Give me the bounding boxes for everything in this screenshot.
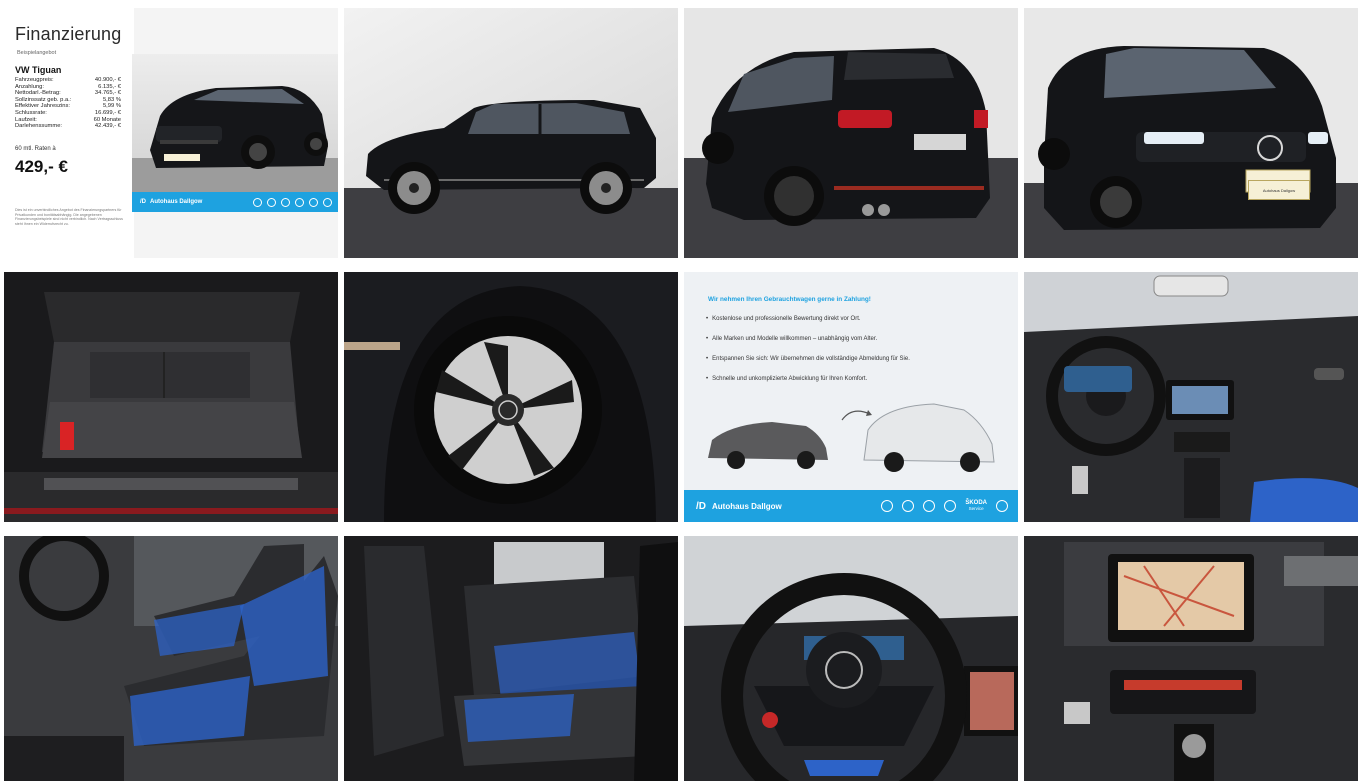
dashboard-icon bbox=[1024, 272, 1358, 522]
suv-side-icon bbox=[344, 8, 678, 258]
financing-fine-print: Dies ist ein unverbindliches Angebot des… bbox=[15, 208, 123, 226]
financing-car-photo bbox=[132, 54, 338, 200]
trade-in-dealer-name: Autohaus Dallgow bbox=[712, 501, 782, 511]
dealer-plate: Autohaus Dallgow bbox=[1248, 180, 1310, 200]
vw-logo-icon bbox=[253, 197, 262, 207]
vw-logo-icon bbox=[881, 500, 894, 512]
suv-front-three-quarter-icon bbox=[1024, 8, 1358, 258]
vw-service-logo-icon bbox=[996, 500, 1008, 512]
financing-title: Finanzierung bbox=[15, 24, 122, 44]
gallery-thumb-trunk[interactable] bbox=[4, 272, 338, 522]
financing-row: Effektiver Jahreszins: 5,99 % bbox=[15, 103, 121, 110]
financing-row: Fahrzeugpreis: 40.900,- € bbox=[15, 77, 121, 84]
vw-service-logo-icon bbox=[323, 197, 332, 207]
infotainment-icon bbox=[1024, 536, 1358, 781]
gallery-thumb-wheel[interactable] bbox=[344, 272, 678, 522]
gallery-thumb-side-view[interactable] bbox=[344, 8, 678, 258]
brand-logos: ŠKODA Service bbox=[872, 500, 1008, 512]
financing-row-label: Effektiver Jahreszins: bbox=[15, 103, 70, 110]
gallery-thumb-steering-wheel[interactable] bbox=[684, 536, 1018, 781]
front-seats-icon bbox=[4, 536, 338, 781]
financing-row-value: 5,99 % bbox=[102, 103, 121, 110]
trade-in-dealer-bar: /D Autohaus Dallgow ŠKODA Service bbox=[684, 490, 1018, 522]
financing-row: Anzahlung: 6.135,- € bbox=[15, 84, 121, 91]
brand-logos bbox=[248, 197, 332, 207]
trade-in-headline: Wir nehmen Ihren Gebrauchtwagen gerne in… bbox=[708, 296, 871, 303]
autohaus-logo-icon: /D bbox=[696, 500, 706, 512]
skoda-label: ŠKODA Service bbox=[965, 500, 987, 512]
financing-model: VW Tiguan bbox=[15, 65, 62, 75]
rear-seats-icon bbox=[344, 536, 678, 781]
seat-logo-icon bbox=[281, 197, 290, 207]
gallery-thumb-rear-view[interactable] bbox=[684, 8, 1018, 258]
trade-in-cars-icon bbox=[708, 403, 995, 472]
financing-row-value: 5,83 % bbox=[102, 96, 121, 103]
financing-row-value: 6.135,- € bbox=[98, 83, 121, 90]
cupra-logo-icon bbox=[944, 500, 957, 512]
financing-row-value: 40.900,- € bbox=[94, 77, 121, 83]
financing-row-value: 42.439,- € bbox=[94, 123, 121, 130]
vw-commercial-logo-icon bbox=[267, 197, 276, 207]
trade-in-bullet-list: Kostenlose und professionelle Bewertung … bbox=[706, 316, 910, 396]
cupra-logo-icon bbox=[295, 197, 304, 207]
vw-commercial-logo-icon bbox=[902, 500, 915, 512]
financing-row: Darlehenssumme: 42.439,- € bbox=[15, 123, 121, 130]
financing-row-label: Nettodarl.-Betrag: bbox=[15, 90, 61, 97]
gallery-thumb-trade-in[interactable]: Wir nehmen Ihren Gebrauchtwagen gerne in… bbox=[684, 272, 1018, 522]
seat-logo-icon bbox=[923, 500, 936, 512]
autohaus-logo-icon: /D bbox=[140, 199, 146, 205]
financing-row-value: 16.699,- € bbox=[94, 109, 121, 116]
financing-row-label: Darlehenssumme: bbox=[15, 123, 63, 130]
financing-monthly-rate: 429,- € bbox=[15, 157, 68, 176]
skoda-service-text: Service bbox=[968, 506, 984, 511]
financing-row-label: Anzahlung: bbox=[15, 83, 45, 90]
steering-wheel-icon bbox=[684, 536, 1018, 781]
trunk-icon bbox=[4, 272, 338, 522]
gallery-thumb-infotainment[interactable] bbox=[1024, 536, 1358, 781]
financing-dealer-bar: /D Autohaus Dallgow bbox=[132, 192, 338, 212]
financing-row-label: Laufzeit: bbox=[15, 116, 37, 123]
financing-row-label: Schlussrate: bbox=[15, 109, 47, 116]
trade-in-bullet: Alle Marken und Modelle willkommen – una… bbox=[706, 336, 910, 342]
gallery-thumb-dashboard[interactable] bbox=[1024, 272, 1358, 522]
gallery-thumb-front-seats[interactable] bbox=[4, 536, 338, 781]
wheel-icon bbox=[344, 272, 678, 522]
trade-in-bullet: Kostenlose und professionelle Bewertung … bbox=[706, 316, 910, 322]
gallery-thumb-front-view[interactable]: Autohaus Dallgow bbox=[1024, 8, 1358, 258]
suv-front-icon bbox=[132, 86, 338, 200]
financing-row-value: 60 Monate bbox=[93, 116, 121, 123]
financing-row: Sollzinssatz geb. p.a.: 5,83 % bbox=[15, 97, 121, 104]
skoda-logo-icon bbox=[309, 197, 318, 207]
trade-in-bullet: Schnelle und unkomplizierte Abwicklung f… bbox=[706, 376, 910, 382]
financing-row-label: Sollzinssatz geb. p.a.: bbox=[15, 96, 72, 103]
gallery-thumb-financing[interactable]: Finanzierung Beispielangebot VW Tiguan F… bbox=[4, 8, 338, 258]
suv-rear-icon bbox=[684, 8, 1018, 258]
financing-row: Laufzeit: 60 Monate bbox=[15, 117, 121, 124]
trade-in-bullet: Entspannen Sie sich: Wir übernehmen die … bbox=[706, 356, 910, 362]
financing-table: Fahrzeugpreis: 40.900,- € Anzahlung: 6.135… bbox=[15, 77, 121, 130]
financing-row: Schlussrate: 16.699,- € bbox=[15, 110, 121, 117]
financing-panel: Finanzierung Beispielangebot VW Tiguan F… bbox=[4, 8, 134, 258]
financing-row-value: 34.765,- € bbox=[94, 90, 121, 97]
financing-rates-label: 60 mtl. Raten à bbox=[15, 146, 56, 152]
gallery-thumb-rear-seats[interactable] bbox=[344, 536, 678, 781]
financing-subtitle: Beispielangebot bbox=[17, 50, 57, 56]
financing-row: Nettodarl.-Betrag: 34.765,- € bbox=[15, 90, 121, 97]
financing-dealer-name: Autohaus Dallgow bbox=[150, 199, 203, 205]
financing-row-label: Fahrzeugpreis: bbox=[15, 77, 54, 83]
